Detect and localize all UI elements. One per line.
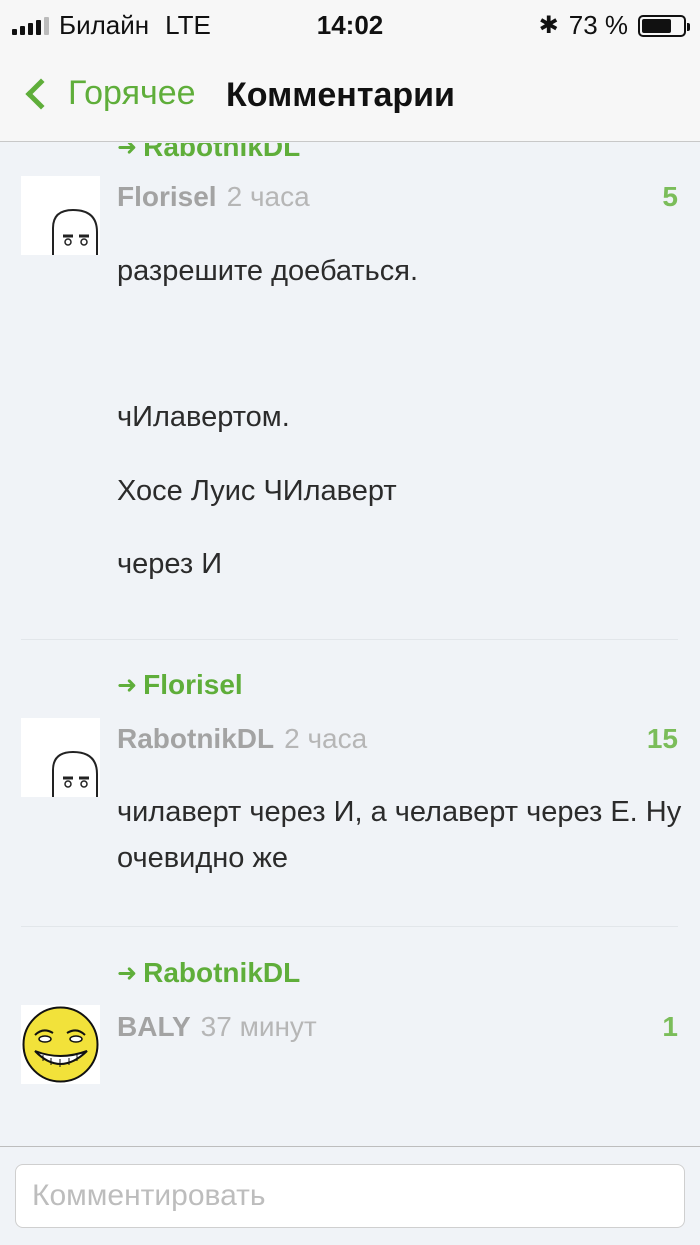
- avatar[interactable]: [21, 176, 100, 255]
- avatar[interactable]: [21, 1005, 100, 1084]
- comment-text: через И: [117, 548, 223, 580]
- comment-rating: 1: [662, 1011, 678, 1042]
- comment-text: чилаверт через И, а челаверт через Е. Ну…: [117, 796, 682, 874]
- comment-text: чИлавертом.: [117, 401, 290, 433]
- back-button[interactable]: Горячее: [22, 74, 196, 113]
- navigation-bar: Горячее Комментарии: [0, 50, 700, 142]
- comment-author[interactable]: BALY: [117, 1011, 191, 1043]
- comment-rating: 5: [662, 181, 678, 212]
- reply-arrow-icon: ➜: [117, 959, 138, 987]
- reply-arrow-icon: ➜: [117, 671, 138, 699]
- status-right: ✱ 73 %: [538, 10, 690, 41]
- comment-text: разрешите доебаться.: [117, 255, 419, 287]
- reply-to-name: RabotnikDL: [143, 957, 301, 988]
- bluetooth-icon: ✱: [538, 12, 559, 39]
- back-label: Горячее: [68, 74, 196, 112]
- ghost-avatar-icon: [52, 208, 98, 255]
- comment-text: Хосе Луис ЧИлаверт: [117, 475, 397, 507]
- chevron-left-icon: [25, 77, 57, 110]
- troll-face-avatar-icon: [21, 1005, 100, 1084]
- comment-meta: Florisel 2 часа: [117, 181, 310, 213]
- reply-to-name: Florisel: [143, 669, 243, 700]
- avatar[interactable]: [21, 718, 100, 797]
- reply-to-link[interactable]: ➜ RabotnikDL: [117, 143, 300, 163]
- comment-input[interactable]: [15, 1164, 685, 1228]
- comment-input-bar: [0, 1146, 700, 1245]
- comment-rating: 15: [646, 723, 678, 754]
- comment-author[interactable]: RabotnikDL: [117, 723, 274, 755]
- reply-to-name: RabotnikDL: [143, 143, 301, 162]
- reply-arrow-icon: ➜: [117, 143, 138, 161]
- comment-meta: RabotnikDL 2 часа: [117, 723, 367, 755]
- comment-time: 37 минут: [200, 1011, 317, 1042]
- comment-meta: BALY 37 минут: [117, 1011, 317, 1043]
- battery-fill: [642, 18, 672, 33]
- comment-time: 2 часа: [284, 723, 368, 754]
- comments-list[interactable]: ➜ RabotnikDL Florisel 2 часа 5 разрешите…: [0, 143, 700, 1146]
- reply-to-link[interactable]: ➜ Florisel: [117, 669, 243, 701]
- battery-percent: 73 %: [568, 10, 628, 40]
- page-title: Комментарии: [226, 76, 455, 114]
- reply-to-link[interactable]: ➜ RabotnikDL: [117, 957, 300, 989]
- comment-divider: [21, 639, 678, 640]
- comment-time: 2 часа: [226, 181, 310, 212]
- comment-divider: [21, 926, 678, 927]
- battery-icon: [638, 14, 690, 37]
- status-bar: Билайн LTE 14:02 ✱ 73 %: [0, 0, 700, 50]
- ghost-avatar-icon: [52, 750, 98, 797]
- comment-author[interactable]: Florisel: [117, 181, 217, 213]
